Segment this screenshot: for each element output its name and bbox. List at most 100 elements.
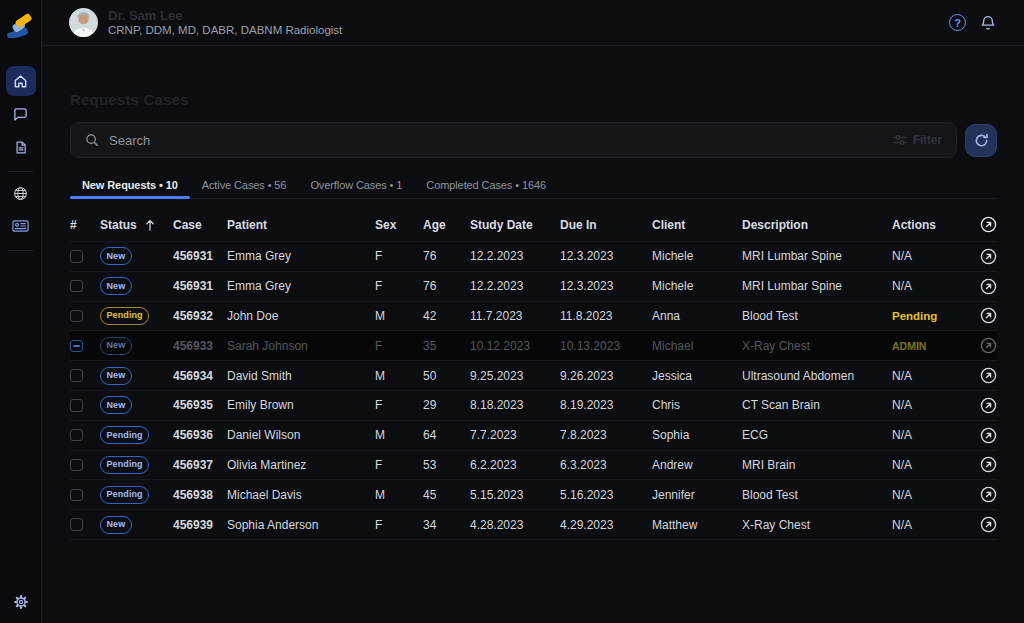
checkbox-cell[interactable] [70, 250, 100, 263]
table-row[interactable]: Pending456936Daniel WilsonM647.7.20237.8… [70, 420, 997, 450]
due-in-cell: 8.19.2023 [560, 398, 652, 412]
sidebar-item-globe[interactable] [6, 178, 36, 208]
actions-cell: N/A [892, 518, 980, 532]
checkbox-cell[interactable] [70, 340, 100, 353]
table-row[interactable]: New456934David SmithM509.25.20239.26.202… [70, 360, 997, 390]
description-cell: Blood Test [742, 309, 892, 323]
header-open-all[interactable] [980, 216, 997, 233]
sidebar-item-chat[interactable] [6, 99, 36, 129]
table-row[interactable]: New456931Emma GreyF7612.2.202312.3.2023M… [70, 241, 997, 271]
open-case-icon[interactable] [980, 397, 997, 414]
globe-icon [13, 186, 28, 201]
row-checkbox[interactable] [70, 310, 83, 323]
tab-1[interactable]: Active Cases • 56 [190, 178, 299, 198]
actions-cell: N/A [892, 428, 980, 442]
row-open-cell[interactable] [980, 367, 997, 384]
patient-cell: Sarah Johnson [227, 339, 375, 353]
row-open-cell[interactable] [980, 248, 997, 265]
sidebar [0, 0, 42, 623]
column-header-study-date[interactable]: Study Date [470, 218, 560, 232]
search-row: Filter [70, 122, 997, 158]
tab-0[interactable]: New Requests • 10 [70, 178, 190, 198]
tab-2[interactable]: Overflow Cases • 1 [298, 178, 414, 198]
open-case-icon[interactable] [980, 486, 997, 503]
column-header-age[interactable]: Age [423, 218, 470, 232]
row-checkbox[interactable] [70, 459, 83, 472]
row-checkbox[interactable] [70, 429, 83, 442]
row-open-cell[interactable] [980, 456, 997, 473]
row-checkbox[interactable] [70, 250, 83, 263]
row-open-cell[interactable] [980, 486, 997, 503]
status-cell: New [100, 247, 173, 265]
checkbox-cell[interactable] [70, 310, 100, 323]
checkbox-cell[interactable] [70, 429, 100, 442]
column-header-actions[interactable]: Actions [892, 218, 980, 232]
patient-cell: Michael Davis [227, 488, 375, 502]
refresh-button[interactable] [965, 124, 997, 157]
column-header-case[interactable]: Case [173, 218, 227, 232]
open-case-icon[interactable] [980, 516, 997, 533]
open-case-icon[interactable] [980, 216, 997, 233]
row-checkbox[interactable] [70, 399, 83, 412]
checkbox-cell[interactable] [70, 280, 100, 293]
bell-icon[interactable] [980, 14, 996, 32]
open-case-icon[interactable] [980, 427, 997, 444]
column-header-patient[interactable]: Patient [227, 218, 375, 232]
checkbox-cell[interactable] [70, 459, 100, 472]
row-open-cell[interactable] [980, 427, 997, 444]
row-checkbox[interactable] [70, 340, 83, 353]
due-in-cell: 4.29.2023 [560, 518, 652, 532]
filter-button[interactable]: Filter [893, 133, 942, 147]
checkbox-cell[interactable] [70, 399, 100, 412]
column-header-status[interactable]: Status [100, 218, 173, 232]
row-checkbox[interactable] [70, 369, 83, 382]
study-date-cell: 5.15.2023 [470, 488, 560, 502]
checkbox-cell[interactable] [70, 489, 100, 502]
open-case-icon[interactable] [980, 456, 997, 473]
sidebar-item-document[interactable] [6, 132, 36, 162]
column-header-sex[interactable]: Sex [375, 218, 423, 232]
row-open-cell[interactable] [980, 397, 997, 414]
sort-asc-icon[interactable] [145, 219, 155, 231]
sidebar-item-home[interactable] [6, 66, 36, 96]
sidebar-item-settings[interactable] [13, 594, 29, 610]
column-header-description[interactable]: Description [742, 218, 892, 232]
row-checkbox[interactable] [70, 280, 83, 293]
table-row[interactable]: Pending456938Michael DavisM455.15.20235.… [70, 479, 997, 509]
search-input[interactable] [109, 133, 883, 148]
table-row[interactable]: New456931Emma GreyF7612.2.202312.3.2023M… [70, 271, 997, 301]
checkbox-cell[interactable] [70, 369, 100, 382]
open-case-icon[interactable] [980, 367, 997, 384]
user-info[interactable]: Dr. Sam Lee CRNP, DDM, MD, DABR, DABNM R… [69, 8, 342, 37]
row-open-cell[interactable] [980, 337, 997, 354]
checkbox-cell[interactable] [70, 518, 100, 531]
row-checkbox[interactable] [70, 489, 83, 502]
column-header-client[interactable]: Client [652, 218, 742, 232]
table-row[interactable]: Pending456937Olivia MartinezF536.2.20236… [70, 450, 997, 480]
open-case-icon[interactable] [980, 307, 997, 324]
row-open-cell[interactable] [980, 516, 997, 533]
row-open-cell[interactable] [980, 307, 997, 324]
status-badge: Pending [100, 426, 149, 444]
table-row[interactable]: New456939Sophia AndersonF344.28.20234.29… [70, 509, 997, 539]
status-badge: New [100, 367, 132, 385]
table-row[interactable]: New456935Emily BrownF298.18.20238.19.202… [70, 390, 997, 420]
row-checkbox[interactable] [70, 518, 83, 531]
column-header-due-in[interactable]: Due In [560, 218, 652, 232]
help-icon[interactable]: ? [949, 14, 966, 31]
open-case-icon[interactable] [980, 278, 997, 295]
row-open-cell[interactable] [980, 278, 997, 295]
open-case-icon[interactable] [980, 248, 997, 265]
search-bar[interactable]: Filter [70, 122, 957, 158]
table-row[interactable]: Pending456932John DoeM4211.7.202311.8.20… [70, 301, 997, 331]
app-logo[interactable] [0, 0, 41, 46]
status-badge: New [100, 337, 132, 355]
sidebar-item-id-card[interactable] [6, 211, 36, 241]
column-header--[interactable]: # [70, 218, 100, 232]
tab-3[interactable]: Completed Cases • 1646 [414, 178, 558, 198]
case-cell: 456932 [173, 309, 227, 323]
actions-cell: ADMIN [892, 340, 980, 352]
open-case-icon[interactable] [980, 337, 997, 354]
table-row[interactable]: New456933Sarah JohnsonF3510.12.202310.13… [70, 330, 997, 360]
patient-cell: Sophia Anderson [227, 518, 375, 532]
